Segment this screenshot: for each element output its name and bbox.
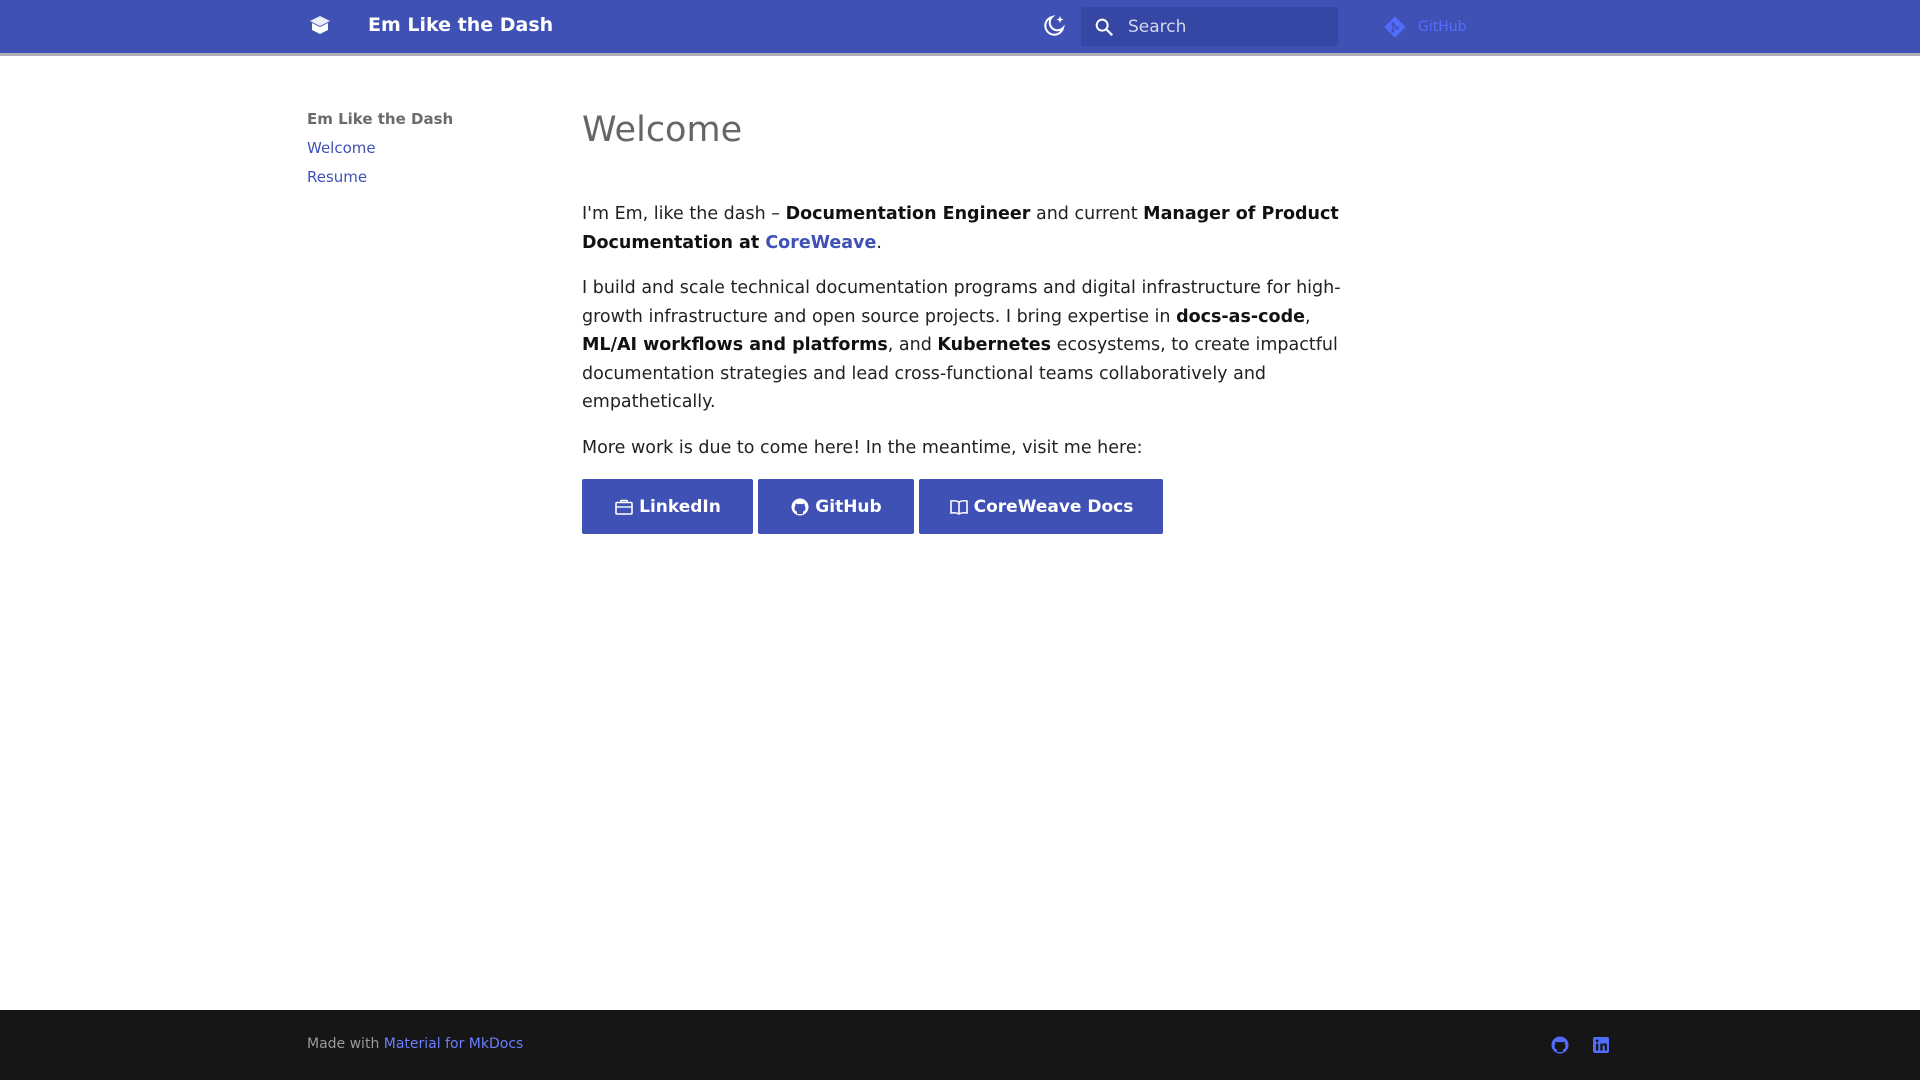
top-header: Em Like the Dash GitHub	[0, 0, 1920, 53]
github-button[interactable]: GitHub	[758, 479, 914, 534]
briefcase-icon	[615, 499, 633, 515]
cta-paragraph: More work is due to come here! In the me…	[582, 437, 1143, 458]
search-box[interactable]	[1081, 7, 1338, 46]
book-icon	[949, 499, 968, 515]
coreweave-docs-button-label: CoreWeave Docs	[973, 496, 1134, 517]
book-open-icon[interactable]	[308, 13, 332, 37]
intro-text-1: I'm Em, like the dash –	[582, 204, 786, 224]
expertise-bold-docs: docs-as-code	[1176, 306, 1305, 327]
expertise-bold-ml: ML/AI workflows and platforms	[582, 335, 888, 355]
coreweave-docs-button[interactable]: CoreWeave Docs	[919, 479, 1163, 534]
repo-link[interactable]: GitHub	[1383, 14, 1467, 40]
link-buttons: LinkedIn GitHub CoreWeave Docs	[582, 479, 1342, 534]
linkedin-button[interactable]: LinkedIn	[582, 479, 753, 534]
moon-sun-icon[interactable]	[1040, 12, 1068, 40]
material-mkdocs-link[interactable]: Material for MkDocs	[384, 1036, 524, 1052]
sidebar-item-resume[interactable]: Resume	[307, 168, 527, 187]
sidebar-item-welcome[interactable]: Welcome	[307, 139, 527, 158]
intro-paragraph: I'm Em, like the dash – Documentation En…	[582, 200, 1342, 257]
github-icon	[791, 498, 809, 515]
github-button-label: GitHub	[815, 496, 882, 517]
expertise-text-2: ,	[1304, 306, 1311, 327]
intro-bold-role: Documentation Engineer	[785, 204, 1031, 224]
intro-text-2: and current	[1030, 204, 1144, 224]
linkedin-icon[interactable]	[1591, 1035, 1611, 1055]
git-icon	[1384, 16, 1406, 38]
made-with-label: Made with	[307, 1036, 384, 1052]
sidebar-title: Em Like the Dash	[307, 110, 454, 128]
repo-label: GitHub	[1418, 19, 1467, 35]
intro-text-3: .	[876, 232, 882, 253]
site-title[interactable]: Em Like the Dash	[368, 14, 553, 36]
linkedin-button-label: LinkedIn	[639, 496, 721, 517]
made-with-text: Made with Material for MkDocs	[307, 1036, 523, 1052]
coreweave-link[interactable]: CoreWeave	[765, 233, 876, 253]
expertise-paragraph: I build and scale technical documentatio…	[582, 274, 1342, 417]
expertise-bold-k8s: Kubernetes	[937, 335, 1052, 355]
github-icon[interactable]	[1550, 1035, 1570, 1055]
main-content: Welcome I'm Em, like the dash – Document…	[582, 110, 1342, 534]
page-title: Welcome	[582, 110, 743, 150]
search-input[interactable]	[1128, 13, 1328, 40]
sidebar-nav: Em Like the Dash Welcome Resume	[307, 110, 527, 197]
expertise-text-3: , and	[887, 335, 938, 355]
search-icon	[1095, 18, 1114, 37]
page-footer: Made with Material for MkDocs	[0, 1010, 1920, 1080]
